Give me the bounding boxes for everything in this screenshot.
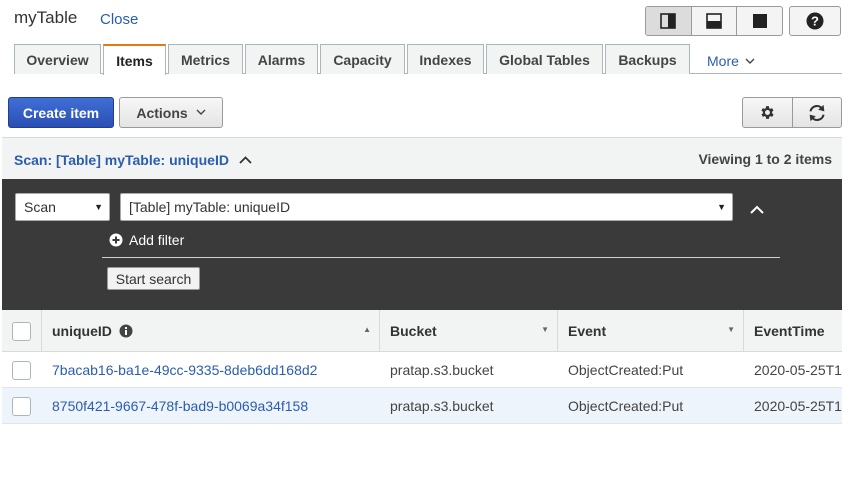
page-title: myTable [14,8,78,27]
scan-summary-toggle[interactable]: Scan: [Table] myTable: uniqueID [14,152,252,168]
dropdown-arrow-icon: ▼ [94,202,103,212]
viewing-count: Viewing 1 to 2 items [698,151,832,167]
row-checkbox[interactable] [12,360,31,380]
chevron-down-icon [196,109,206,115]
row-checkbox[interactable] [12,396,31,416]
split-vertical-icon [660,13,677,29]
split-horizontal-icon [706,13,722,29]
cell-eventtime: 2020-05-25T1 [754,362,842,378]
tab-backups[interactable]: Backups [605,44,690,74]
cell-event: ObjectCreated:Put [568,362,684,378]
sort-icon: ▼ [727,325,735,334]
table-tools-group [742,97,842,128]
cell-eventtime: 2020-05-25T1 [754,398,842,414]
sort-icon: ▼ [541,325,549,334]
svg-text:?: ? [811,14,819,29]
scan-summary-label: Scan: [Table] myTable: uniqueID [14,152,229,168]
items-table: uniqueID ▲ Bucket ▼ Event ▼ EventTime 7b… [2,310,842,424]
tab-overview[interactable]: Overview [14,44,101,74]
actions-button[interactable]: Actions [119,97,223,128]
table-row[interactable]: 7bacab16-ba1e-49cc-9335-8deb6dd168d2 pra… [2,352,842,388]
scan-target-value: [Table] myTable: uniqueID [129,199,291,215]
cell-uniqueid[interactable]: 7bacab16-ba1e-49cc-9335-8deb6dd168d2 [52,352,378,388]
sort-ascending-icon: ▲ [363,325,371,334]
tab-alarms[interactable]: Alarms [245,44,318,74]
split-vertical-button[interactable] [646,7,692,35]
add-filter-label: Add filter [129,232,185,248]
panel-divider [102,257,780,258]
row-checkbox-cell [12,352,32,388]
info-icon[interactable] [119,324,133,338]
table-row[interactable]: 8750f421-9667-478f-bad9-b0069a34f158 pra… [2,388,842,424]
split-horizontal-button[interactable] [692,7,738,35]
scan-mode-value: Scan [24,199,56,215]
column-header-event[interactable]: Event ▼ [558,310,744,352]
help-icon: ? [806,12,824,30]
chevron-up-icon [239,156,252,164]
column-label: EventTime [754,323,825,339]
collapse-panel-button[interactable] [750,201,764,217]
select-all-checkbox[interactable] [12,321,31,341]
tab-more[interactable]: More [707,53,755,69]
column-header-eventtime[interactable]: EventTime [744,310,842,352]
cell-uniqueid[interactable]: 8750f421-9667-478f-bad9-b0069a34f158 [52,388,378,424]
tab-items[interactable]: Items [103,44,166,75]
cell-bucket: pratap.s3.bucket [390,362,494,378]
close-link[interactable]: Close [100,11,138,28]
settings-button[interactable] [743,98,793,127]
chevron-down-icon [745,58,755,64]
tab-capacity[interactable]: Capacity [320,44,405,74]
help-button[interactable]: ? [789,6,841,36]
gear-icon [761,106,774,119]
refresh-icon [809,104,825,121]
scan-target-select[interactable]: [Table] myTable: uniqueID ▼ [120,193,733,221]
row-checkbox-cell [12,388,32,424]
cell-event: ObjectCreated:Put [568,398,684,414]
tab-bar: Overview Items Metrics Alarms Capacity I… [0,44,856,75]
fullscreen-icon [752,14,767,28]
start-search-button[interactable]: Start search [107,267,200,290]
tab-metrics[interactable]: Metrics [168,44,243,74]
chevron-up-icon [750,205,764,214]
scan-panel: Scan ▼ [Table] myTable: uniqueID ▼ Add f… [2,179,842,310]
cell-bucket: pratap.s3.bucket [390,398,494,414]
column-label: Event [568,323,607,339]
fullscreen-button[interactable] [737,7,782,35]
view-mode-group [645,6,783,36]
add-filter-button[interactable]: Add filter [109,232,184,248]
scan-mode-select[interactable]: Scan ▼ [15,193,110,221]
tab-more-label: More [707,53,739,69]
column-label: uniqueID [52,323,112,339]
dropdown-arrow-icon: ▼ [717,202,726,212]
column-header-bucket[interactable]: Bucket ▼ [380,310,558,352]
table-header: uniqueID ▲ Bucket ▼ Event ▼ EventTime [2,310,842,352]
tab-global-tables[interactable]: Global Tables [486,44,603,74]
select-all-cell [2,310,42,352]
refresh-button[interactable] [793,98,842,127]
scan-header: Scan: [Table] myTable: uniqueID Viewing … [2,137,842,179]
actions-label: Actions [136,104,188,121]
create-item-button[interactable]: Create item [8,97,114,128]
plus-circle-icon [109,233,123,247]
column-label: Bucket [390,323,437,339]
column-header-uniqueid[interactable]: uniqueID ▲ [42,310,380,352]
tab-indexes[interactable]: Indexes [407,44,484,74]
